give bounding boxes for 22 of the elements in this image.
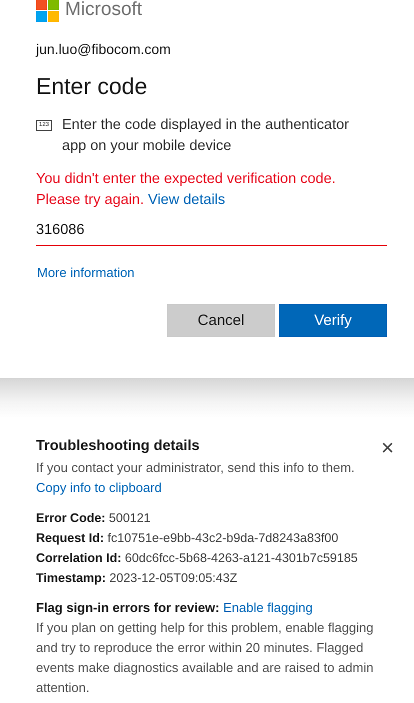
flag-description: If you plan on getting help for this problem, enable flagging and try to reproduce the error within 20 minutes. Flagged events make diagnostics available and are raised to admin attention. — [36, 619, 375, 697]
instruction-text: Enter the code displayed in the authenticator app on your mobile device — [62, 116, 350, 156]
detail-line: Correlation Id: 60dc6fcc-5b68-4263-a121-4301b7c59185 — [36, 550, 359, 567]
verify-button[interactable]: Verify — [279, 304, 387, 337]
code-field[interactable]: 316086 — [36, 216, 387, 246]
error-message: You didn't enter the expected verification code. Please try again. View details — [36, 170, 337, 210]
logo-icon — [36, 0, 59, 22]
view-details-link[interactable]: View details — [148, 192, 226, 208]
more-information-link[interactable]: More information — [37, 265, 135, 280]
detail-line: Request Id: fc10751e-e9bb-43c2-b9da-7d8243a83f00 — [36, 530, 340, 547]
detail-line: Error Code: 500121 — [36, 510, 152, 527]
cancel-button[interactable]: Cancel — [167, 304, 275, 337]
account-email: jun.luo@fibocom.com — [36, 41, 172, 57]
close-button[interactable]: × — [381, 438, 394, 458]
flag-label: Flag sign-in errors for review: — [36, 600, 220, 615]
panel-intro: If you contact your administrator, send this info to them. — [36, 459, 356, 477]
panel-title: Troubleshooting details — [36, 438, 200, 454]
detail-line: Timestamp: 2023-12-05T09:05:43Z — [36, 570, 238, 587]
enable-flagging-link[interactable]: Enable flagging — [223, 600, 313, 615]
brand-name: Microsoft — [65, 0, 142, 21]
page-title: Enter code — [36, 72, 148, 101]
copy-info-link[interactable]: Copy info to clipboard — [36, 478, 162, 498]
